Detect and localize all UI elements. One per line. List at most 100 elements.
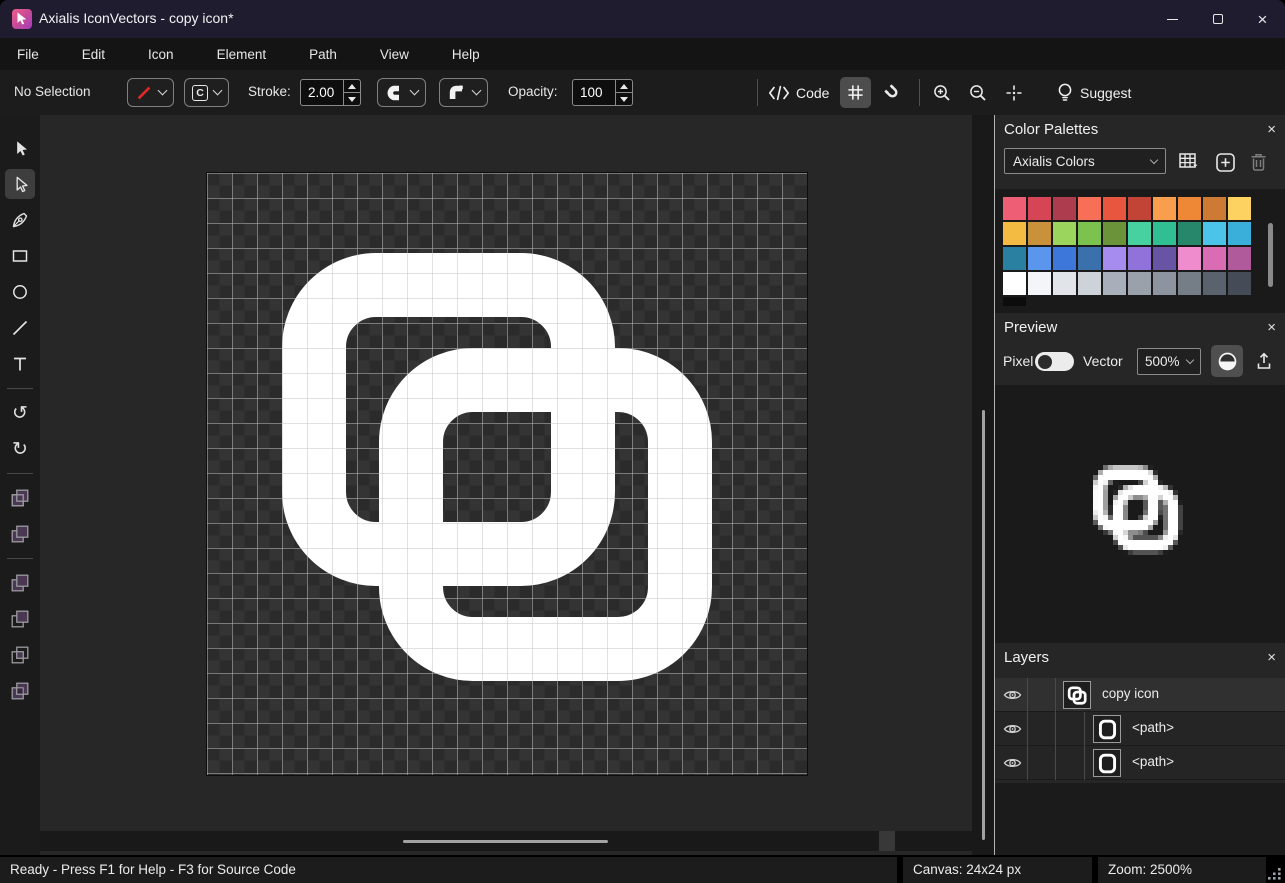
color-swatch[interactable] [1178,222,1201,245]
menu-item-edit[interactable]: Edit [67,41,120,68]
zoom-fit-button[interactable] [998,77,1029,108]
color-swatch[interactable] [1028,197,1051,220]
palette-scrollbar-thumb[interactable] [1268,223,1273,287]
boolean-subtract-tool[interactable] [5,604,35,634]
boolean-divide-tool[interactable] [5,676,35,706]
pixel-mode-label[interactable]: Pixel [1003,353,1033,369]
color-swatch[interactable] [1028,272,1051,295]
color-swatch[interactable] [1053,197,1076,220]
canvas-viewport[interactable] [40,115,972,855]
stroke-spinner[interactable] [343,80,360,105]
icon-canvas[interactable] [207,173,807,775]
layer-row[interactable]: <path> [995,712,1285,746]
color-swatch[interactable] [1128,197,1151,220]
opacity-spinner[interactable] [615,80,632,105]
color-swatch[interactable] [1153,197,1176,220]
close-panel-icon[interactable]: × [1267,649,1276,666]
maximize-button[interactable] [1195,0,1240,38]
layer-label[interactable]: <path> [1132,754,1174,769]
color-swatch[interactable] [1053,247,1076,270]
preview-zoom-select[interactable]: 500% [1137,348,1201,375]
color-swatch[interactable] [1128,222,1151,245]
color-swatch[interactable] [1003,297,1026,306]
corner-join-dropdown[interactable] [439,78,488,107]
zoom-in-button[interactable] [926,77,957,108]
menu-item-icon[interactable]: Icon [133,41,189,68]
direct-select-tool[interactable] [5,169,35,199]
color-swatch[interactable] [1228,247,1251,270]
palette-select[interactable]: Axialis Colors [1004,148,1166,174]
opacity-stepper[interactable]: 100 [572,79,633,106]
color-swatch[interactable] [1103,222,1126,245]
layer-label[interactable]: <path> [1132,720,1174,735]
color-swatch[interactable] [1003,222,1026,245]
spin-down-icon[interactable] [616,93,632,105]
stroke-color-dropdown[interactable] [127,78,174,107]
menu-item-element[interactable]: Element [202,41,282,68]
select-tool[interactable] [5,133,35,163]
color-swatch[interactable] [1203,272,1226,295]
line-cap-dropdown[interactable] [377,78,426,107]
color-swatch[interactable] [1078,247,1101,270]
color-swatch[interactable] [1078,272,1101,295]
horizontal-scrollbar[interactable] [40,831,972,851]
color-swatch[interactable] [1053,222,1076,245]
preview-contrast-button[interactable] [1211,345,1243,377]
horizontal-scrollbar-thumb[interactable] [403,840,608,843]
close-panel-icon[interactable]: × [1267,121,1276,138]
vertical-scrollbar[interactable] [972,115,994,855]
snap-magnet-button[interactable] [877,77,908,108]
color-swatch[interactable] [1078,197,1101,220]
close-panel-icon[interactable]: × [1267,319,1276,336]
menu-item-view[interactable]: View [365,41,424,68]
color-swatch[interactable] [1003,247,1026,270]
color-swatch[interactable] [1053,272,1076,295]
delete-palette-button[interactable] [1245,149,1271,175]
stroke-width-stepper[interactable]: 2.00 [300,79,361,106]
minimize-button[interactable] [1150,0,1195,38]
color-swatch[interactable] [1228,197,1251,220]
color-swatch[interactable] [1003,197,1026,220]
menu-item-help[interactable]: Help [437,41,495,68]
boolean-intersect-tool[interactable] [5,640,35,670]
color-swatch[interactable] [1078,222,1101,245]
boolean-exclude-tool[interactable] [5,483,35,513]
color-swatch[interactable] [1178,272,1201,295]
color-swatch[interactable] [1228,222,1251,245]
stroke-width-value[interactable]: 2.00 [301,80,343,105]
suggest-button[interactable]: Suggest [1056,77,1131,108]
code-button[interactable]: Code [768,77,829,108]
layer-row[interactable]: copy icon [995,678,1285,712]
color-swatch[interactable] [1028,222,1051,245]
spin-up-icon[interactable] [616,80,632,93]
menu-item-path[interactable]: Path [294,41,352,68]
color-swatch[interactable] [1203,197,1226,220]
text-tool[interactable] [5,349,35,379]
boolean-merge-tool[interactable] [5,519,35,549]
color-swatch[interactable] [1203,247,1226,270]
resize-grip-icon[interactable] [1268,868,1282,880]
undo-button[interactable]: ↺ [5,398,35,428]
color-swatch[interactable] [1153,247,1176,270]
cap-style-dropdown[interactable]: C [184,78,229,107]
close-button[interactable]: × [1240,0,1285,38]
boolean-union-tool[interactable] [5,568,35,598]
vertical-scrollbar-thumb[interactable] [982,410,985,840]
color-swatch[interactable] [1003,272,1026,295]
color-swatch[interactable] [1203,222,1226,245]
color-swatch[interactable] [1128,247,1151,270]
pen-tool[interactable] [5,205,35,235]
redo-button[interactable]: ↻ [5,434,35,464]
layer-visibility-eye-icon[interactable] [1003,756,1022,775]
ellipse-tool[interactable] [5,277,35,307]
layer-label[interactable]: copy icon [1102,686,1159,701]
menu-item-file[interactable]: File [2,41,54,68]
color-swatch[interactable] [1128,272,1151,295]
rectangle-tool[interactable] [5,241,35,271]
grid-toggle-button[interactable] [840,77,871,108]
color-swatch[interactable] [1178,197,1201,220]
zoom-out-button[interactable] [962,77,993,108]
color-swatch[interactable] [1103,272,1126,295]
layer-visibility-eye-icon[interactable] [1003,722,1022,741]
add-palette-button[interactable] [1212,149,1238,175]
